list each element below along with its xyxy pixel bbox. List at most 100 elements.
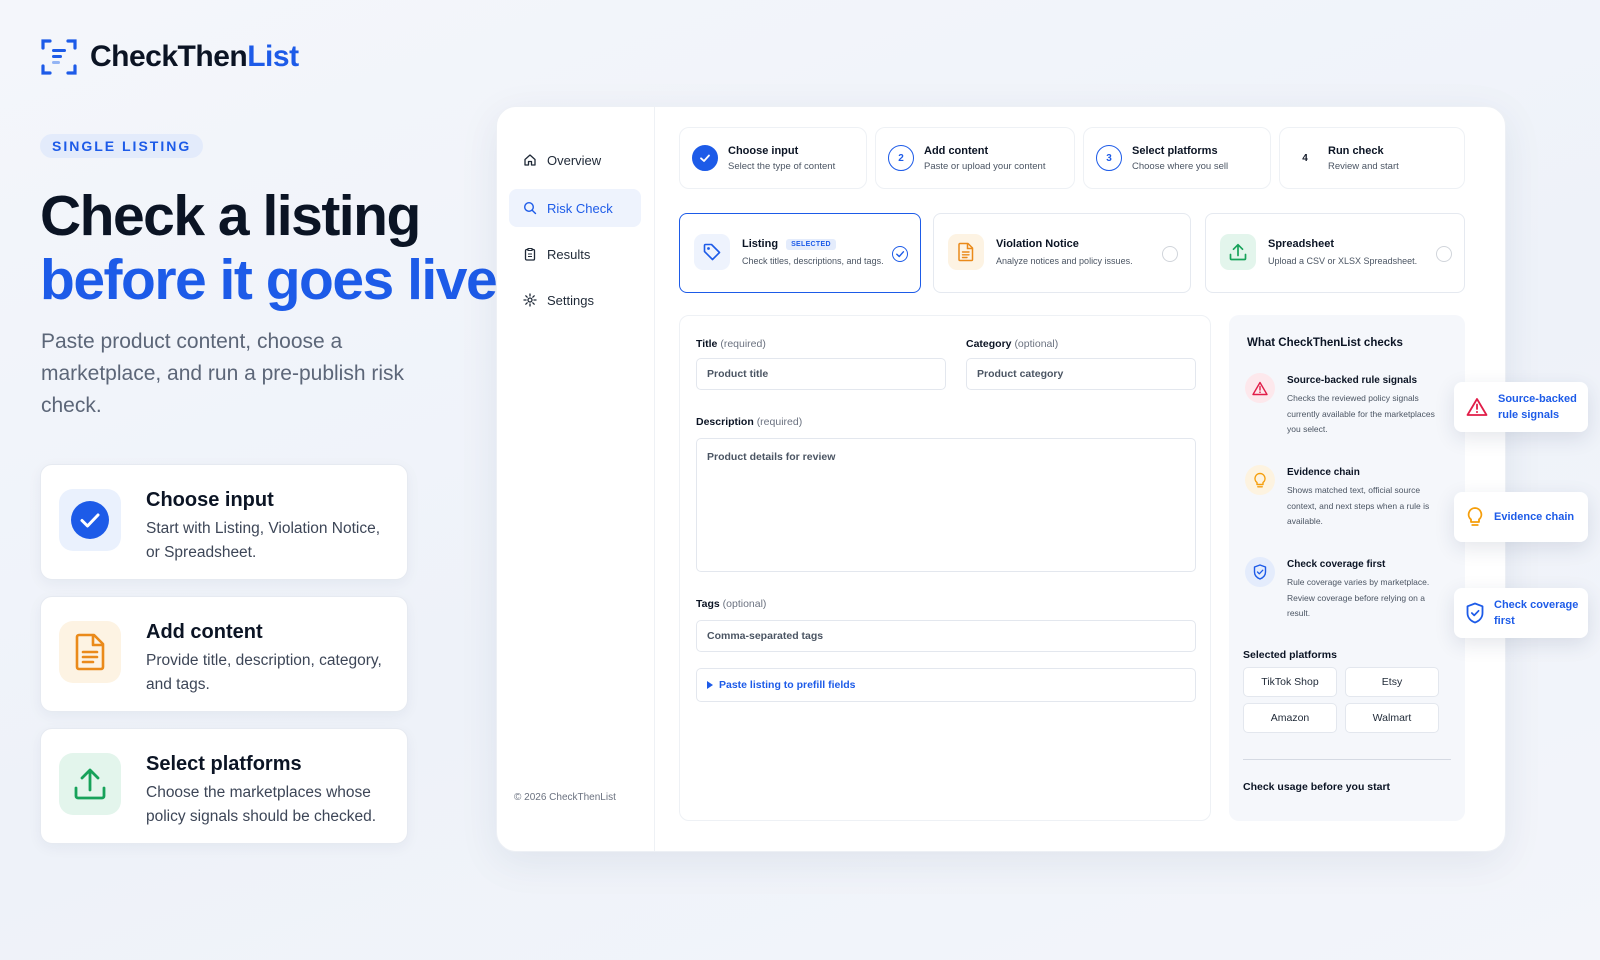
paste-listing-toggle[interactable]: Paste listing to prefill fields bbox=[696, 668, 1196, 702]
platform-chip-etsy[interactable]: Etsy bbox=[1345, 667, 1439, 697]
feature-title: Add content bbox=[146, 621, 263, 643]
feature-title: Select platforms bbox=[146, 753, 302, 775]
lightbulb-icon bbox=[1245, 465, 1275, 495]
shield-icon bbox=[1245, 557, 1275, 587]
step-title: Run check bbox=[1328, 144, 1384, 157]
platform-chip-amazon[interactable]: Amazon bbox=[1243, 703, 1337, 733]
input-type-desc: Upload a CSV or XLSX Spreadsheet. bbox=[1268, 256, 1418, 266]
divider bbox=[1243, 759, 1451, 760]
title-input[interactable]: Product title bbox=[696, 358, 946, 390]
check-item-title: Source-backed rule signals bbox=[1287, 375, 1418, 386]
tag-icon bbox=[694, 234, 730, 270]
hero-title: Check a listing before it goes live bbox=[40, 184, 498, 312]
step-select-platforms[interactable]: 3 Select platforms Choose where you sell bbox=[1083, 127, 1271, 189]
platform-chip-walmart[interactable]: Walmart bbox=[1345, 703, 1439, 733]
app-window: Overview Risk Check Results Settings © 2… bbox=[496, 106, 1506, 852]
input-type-listing[interactable]: Listing SELECTED Check titles, descriptio… bbox=[679, 213, 921, 293]
document-icon bbox=[59, 621, 121, 683]
logo-icon bbox=[40, 38, 78, 76]
warning-icon bbox=[1245, 373, 1275, 403]
hero-title-line1: Check a listing bbox=[40, 184, 421, 248]
step-number: 4 bbox=[1302, 152, 1308, 164]
category-input[interactable]: Product category bbox=[966, 358, 1196, 390]
description-label: Description (required) bbox=[696, 416, 803, 428]
step-desc: Paste or upload your content bbox=[924, 160, 1046, 172]
check-item-title: Check coverage first bbox=[1287, 559, 1386, 570]
check-icon bbox=[692, 145, 718, 171]
feature-card-add-content: Add content Provide title, description, … bbox=[40, 596, 408, 712]
floating-label: Source-backed rule signals bbox=[1498, 393, 1577, 421]
brand-name: CheckThenList bbox=[90, 40, 299, 73]
sidebar-item-results[interactable]: Results bbox=[509, 235, 641, 273]
input-type-title: Listing bbox=[742, 238, 779, 250]
check-icon bbox=[896, 251, 905, 258]
check-circle-icon bbox=[59, 489, 121, 551]
document-icon bbox=[948, 234, 984, 270]
step-desc: Select the type of content bbox=[728, 160, 836, 172]
copyright: © 2026 CheckThenList bbox=[514, 792, 616, 803]
hero-title-line2: before it goes live bbox=[40, 248, 498, 312]
step-title: Add content bbox=[924, 144, 989, 157]
step-add-content[interactable]: 2 Add content Paste or upload your conten… bbox=[875, 127, 1075, 189]
search-icon bbox=[523, 201, 537, 215]
input-type-violation-notice[interactable]: Violation Notice Analyze notices and pol… bbox=[933, 213, 1191, 293]
tags-label: Tags (optional) bbox=[696, 598, 767, 610]
radio-checked[interactable] bbox=[892, 246, 908, 262]
home-icon bbox=[524, 154, 536, 166]
input-type-title: Violation Notice bbox=[996, 238, 1079, 250]
feature-card-select-platforms: Select platforms Choose the marketplaces… bbox=[40, 728, 408, 844]
floating-card-rule-signals: Source-backed rule signals bbox=[1454, 382, 1588, 432]
floating-card-coverage: Check coverage first bbox=[1454, 588, 1588, 638]
sidebar: Overview Risk Check Results Settings © 2… bbox=[497, 107, 655, 851]
check-usage-link[interactable]: Check usage before you start bbox=[1243, 781, 1390, 793]
floating-label: Check coverage first bbox=[1494, 599, 1579, 627]
sidebar-item-risk-check[interactable]: Risk Check bbox=[509, 189, 641, 227]
feature-desc: Choose the marketplaces whose policy sig… bbox=[146, 784, 377, 825]
sidebar-item-settings[interactable]: Settings bbox=[509, 281, 641, 319]
input-type-desc: Check titles, descriptions, and tags. bbox=[742, 256, 884, 266]
gear-icon bbox=[523, 293, 537, 307]
tags-input[interactable]: Comma-separated tags bbox=[696, 620, 1196, 652]
floating-card-evidence-chain: Evidence chain bbox=[1454, 492, 1588, 542]
check-item-title: Evidence chain bbox=[1287, 467, 1360, 478]
step-choose-input[interactable]: Choose input Select the type of content bbox=[679, 127, 867, 189]
lightbulb-icon bbox=[1467, 507, 1483, 526]
step-run-check[interactable]: 4 Run check Review and start bbox=[1279, 127, 1465, 189]
step-desc: Review and start bbox=[1328, 160, 1399, 172]
listing-form: Title (required) Product title Category … bbox=[679, 315, 1211, 821]
sidebar-item-overview[interactable]: Overview bbox=[509, 141, 641, 179]
selected-platforms-title: Selected platforms bbox=[1243, 649, 1337, 661]
feature-card-choose-input: Choose input Start with Listing, Violati… bbox=[40, 464, 408, 580]
hero-subtitle: Paste product content, choose a marketpl… bbox=[41, 330, 405, 417]
paste-listing-label: Paste listing to prefill fields bbox=[719, 679, 856, 691]
feature-desc: Start with Listing, Violation Notice, or… bbox=[146, 520, 381, 561]
feature-desc: Provide title, description, category, an… bbox=[146, 652, 382, 693]
upload-icon bbox=[59, 753, 121, 815]
title-label: Title (required) bbox=[696, 338, 766, 350]
step-number: 3 bbox=[1096, 145, 1122, 171]
step-desc: Choose where you sell bbox=[1132, 160, 1229, 172]
radio-unchecked[interactable] bbox=[1162, 246, 1178, 262]
input-type-spreadsheet[interactable]: Spreadsheet Upload a CSV or XLSX Spreads… bbox=[1205, 213, 1465, 293]
selected-badge: SELECTED bbox=[786, 238, 836, 250]
checks-title: What CheckThenList checks bbox=[1247, 337, 1403, 349]
platform-chip-tiktok[interactable]: TikTok Shop bbox=[1243, 667, 1337, 697]
sidebar-item-label: Results bbox=[547, 246, 591, 262]
check-item-desc: Rule coverage varies by marketplace. Rev… bbox=[1287, 577, 1430, 618]
checks-panel: What CheckThenList checks Source-backed … bbox=[1229, 315, 1465, 821]
input-type-desc: Analyze notices and policy issues. bbox=[996, 256, 1133, 266]
description-textarea[interactable]: Product details for review bbox=[696, 438, 1196, 572]
radio-unchecked[interactable] bbox=[1436, 246, 1452, 262]
sidebar-item-label: Overview bbox=[547, 152, 602, 168]
input-type-title: Spreadsheet bbox=[1268, 238, 1335, 250]
check-item-desc: Checks the reviewed policy signals curre… bbox=[1287, 393, 1435, 434]
feature-title: Choose input bbox=[146, 489, 274, 511]
step-number: 2 bbox=[888, 145, 914, 171]
floating-label: Evidence chain bbox=[1494, 511, 1575, 523]
upload-icon bbox=[1220, 234, 1256, 270]
check-item-desc: Shows matched text, official source cont… bbox=[1287, 485, 1430, 526]
step-title: Select platforms bbox=[1132, 144, 1218, 157]
brand-logo[interactable]: CheckThenList bbox=[40, 38, 299, 76]
step-title: Choose input bbox=[728, 144, 799, 157]
shield-icon bbox=[1466, 602, 1484, 624]
